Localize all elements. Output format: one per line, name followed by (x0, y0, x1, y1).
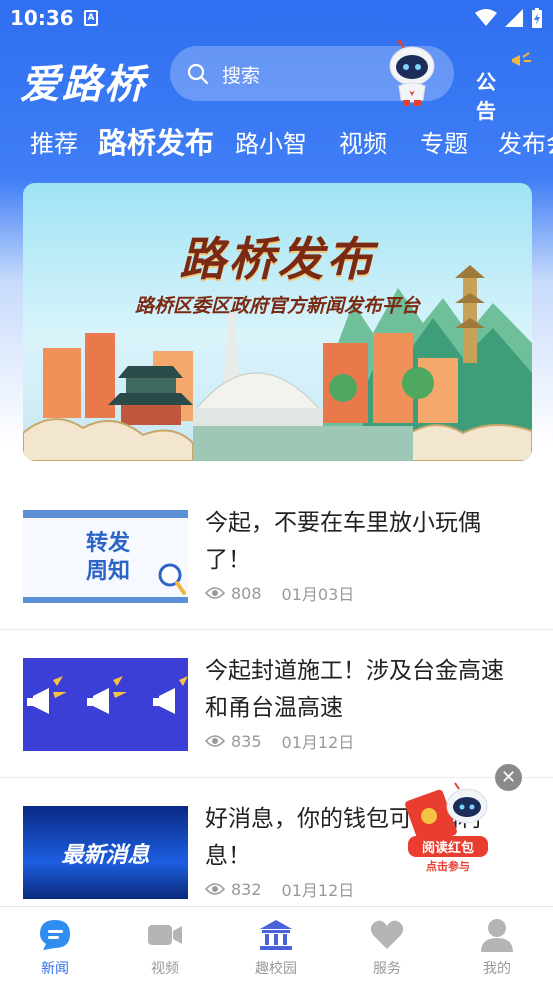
tab-press-conference[interactable]: 发布会 (498, 124, 553, 159)
channel-tabs: 推荐 路桥发布 路小智 视频 专题 发布会 (0, 118, 553, 166)
red-packet-label[interactable]: 阅读红包 点击参与 (408, 836, 488, 874)
tab-recommend[interactable]: 推荐 (30, 124, 78, 159)
news-thumbnail: 最新消息 (23, 806, 188, 899)
news-item[interactable]: 转发 周知 今起，不要在车里放小玩偶了！ 808 01月03日 (0, 483, 553, 630)
thumbnail-text: 最新消息 (61, 843, 150, 868)
status-bar: 10:36 A (0, 0, 553, 36)
banner-title: 路桥发布 (179, 232, 376, 286)
eye-icon (205, 735, 225, 747)
news-meta: 832 01月12日 (205, 877, 354, 901)
hero-banner[interactable]: 路桥发布 路桥区委区政府官方新闻发布平台 (23, 183, 532, 461)
news-thumbnail (23, 658, 188, 751)
status-icons (475, 7, 543, 29)
news-item[interactable]: 今起封道施工！涉及台金高速和甬台温高速 835 01月12日 (0, 631, 553, 778)
nav-label: 我的 (483, 961, 511, 977)
news-title: 今起封道施工！涉及台金高速和甬台温高速 (205, 658, 504, 721)
nav-campus[interactable]: 趣校园 (221, 907, 331, 984)
news-meta: 835 01月12日 (205, 729, 354, 753)
news-meta: 808 01月03日 (205, 581, 354, 605)
wifi-icon (475, 9, 497, 26)
search-placeholder: 搜索 (222, 65, 261, 87)
signal-icon (505, 9, 523, 27)
search-icon (187, 63, 209, 85)
news-bubble-icon (40, 920, 70, 950)
app-logo: 爱路桥 (20, 61, 146, 108)
bottom-navigation: 新闻 视频 趣校园 服务 我的 (0, 906, 553, 984)
news-date: 01月12日 (281, 881, 355, 900)
news-title: 今起，不要在车里放小玩偶了！ (205, 510, 481, 573)
view-count: 832 (231, 879, 262, 899)
red-packet-subtitle: 点击参与 (426, 860, 470, 873)
megaphone-icon (512, 52, 531, 66)
video-camera-icon (148, 925, 182, 945)
nav-label: 趣校园 (255, 961, 297, 977)
megaphone-pattern (27, 676, 188, 714)
eye-icon (205, 587, 225, 599)
tab-luqiao-release[interactable]: 路桥发布 (98, 120, 214, 162)
news-date: 01月12日 (281, 733, 355, 752)
heart-service-icon (370, 920, 404, 949)
nav-video[interactable]: 视频 (110, 907, 220, 984)
notice-label: 公告 (476, 70, 496, 123)
notification-a-icon: A (84, 10, 98, 26)
news-date: 01月03日 (281, 585, 355, 604)
nav-label: 视频 (151, 961, 179, 977)
tab-luxiaozhi[interactable]: 路小智 (235, 124, 307, 159)
status-time: 10:36 (10, 6, 74, 30)
view-count: 835 (231, 731, 262, 751)
view-count: 808 (231, 583, 262, 603)
robot-mascot-icon[interactable] (384, 40, 440, 108)
thumbnail-text: 转发 周知 (85, 531, 130, 584)
magnifier-icon (158, 563, 186, 595)
close-icon[interactable]: ✕ (495, 764, 522, 791)
person-icon (481, 919, 513, 952)
news-thumbnail: 转发 周知 (23, 510, 188, 603)
eye-icon (205, 883, 225, 895)
nav-news[interactable]: 新闻 (0, 907, 110, 984)
tab-special[interactable]: 专题 (420, 124, 468, 159)
campus-building-icon (260, 920, 292, 950)
red-packet-title: 阅读红包 (408, 836, 488, 857)
nav-mine[interactable]: 我的 (442, 907, 552, 984)
tab-video[interactable]: 视频 (339, 124, 387, 159)
nav-label: 新闻 (41, 961, 69, 977)
battery-icon (532, 8, 542, 28)
banner-subtitle: 路桥区委区政府官方新闻发布平台 (134, 295, 420, 317)
nav-label: 服务 (373, 961, 401, 977)
nav-service[interactable]: 服务 (332, 907, 442, 984)
